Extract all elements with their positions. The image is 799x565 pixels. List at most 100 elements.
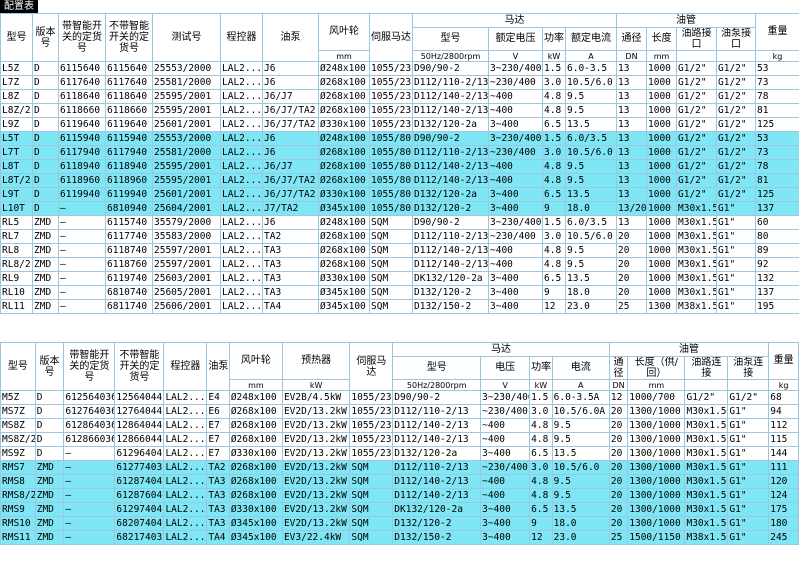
table-row: L9T D 6119940 6119940 25601/2001 LAL2... J6/J7… [0, 187, 799, 202]
table-cell: 1300/1000 [627, 460, 686, 475]
table-cell: M30x1.5 [676, 243, 717, 258]
table-cell: ~230/400 [488, 229, 543, 244]
table-cell: 3~230/400 [488, 61, 543, 76]
table-cell: J6 [262, 145, 319, 160]
table-cell: EV2D/13.2kW [281, 516, 351, 531]
table-cell: 6118740 [105, 243, 153, 258]
col-pipe-pump: 油泵接口 [716, 27, 756, 51]
table-cell: 9.5 [565, 89, 617, 104]
table-cell: ~400 [488, 89, 543, 104]
table-cell: D132/120-2a [412, 117, 489, 132]
table-cell: TA3 [262, 243, 319, 258]
table-cell: 25581/2000 [152, 145, 221, 160]
table-cell: D132/120-2a [412, 187, 489, 202]
table-cell: SQM [369, 285, 413, 300]
table-cell: M38x1.5 [684, 530, 729, 545]
table-cell: D90/90-2 [412, 61, 489, 76]
table-cell: 3~230/400 [488, 215, 543, 230]
table-cell: Ø268x100 [318, 145, 370, 160]
table-cell: 25605/2001 [152, 285, 221, 300]
table-cell: MS7Z [0, 404, 36, 419]
table-cell: G1/2" [676, 159, 717, 174]
table-cell: 81 [755, 103, 799, 118]
table-cell: LAL2... [220, 285, 263, 300]
table-cell: 20 [608, 418, 629, 433]
table-cell: – [63, 474, 116, 489]
col2-ctrl: 程控器 [163, 342, 208, 391]
table-cell: 12 [542, 299, 566, 314]
table-cell: 6119640 [105, 117, 153, 132]
table-row: L7T D 6117940 6117940 25581/2000 LAL2... J6 Ø26… [0, 145, 799, 160]
table-cell: G1/2" [716, 159, 756, 174]
table-cell: 13.5 [565, 187, 617, 202]
table-cell: 20 [608, 446, 629, 461]
table-cell: LAL2... [220, 257, 263, 272]
spec-table-2: 型号 版本号 带智能开关的定货号 不带智能开关的定货号 程控器 油泵 风叶轮 预… [0, 342, 799, 545]
table-cell: 13 [616, 131, 647, 146]
table-cell: 10.5/6.0 [565, 145, 617, 160]
table-cell: 1300 [646, 299, 677, 314]
table-cell: D [32, 61, 59, 76]
table-cell: 6119740 [105, 271, 153, 286]
unit2-volt: V [480, 379, 531, 391]
col2-weight: 重量 [768, 342, 799, 380]
table-cell: TA3 [206, 488, 230, 503]
table-row: L8T D 6118940 6118940 25595/2001 LAL2... J6/J7… [0, 159, 799, 174]
table-row: MS8Z/2 D 612866036 12866044 LAL2... E7 Ø268x10… [0, 432, 799, 447]
table-cell: 80 [755, 229, 799, 244]
table-cell: 4.8 [542, 243, 566, 258]
table-cell: G1" [727, 446, 770, 461]
table-cell: – [63, 530, 116, 545]
table-cell: L7T [0, 145, 33, 160]
table-row: L5Z D 6115640 6115640 25553/2000 LAL2... J6 Ø24… [0, 61, 799, 76]
table-cell: 1000 [646, 215, 677, 230]
col-test: 测试号 [152, 13, 221, 62]
table-cell: D [32, 173, 59, 188]
spec-table-1: 型号 版本号 带智能开关的定货号 不带智能开关的定货号 测试号 程控器 油泵 风… [0, 13, 799, 314]
table-cell: 1500/1150 [627, 530, 686, 545]
table-cell: TA4 [206, 530, 230, 545]
col-pipe-dn: 通径 [616, 27, 647, 51]
table-cell: EV2D/13.2kW [281, 460, 351, 475]
table-cell: M30x1.5 [676, 215, 717, 230]
table-cell: D112/140-2/13 [412, 159, 489, 174]
table-cell: TA3 [206, 502, 230, 517]
table-cell: TA4 [262, 299, 319, 314]
table-cell: 4.8 [529, 488, 553, 503]
table-cell: 9.5 [565, 173, 617, 188]
table-cell: 1055/23 [349, 418, 394, 433]
table-cell: 12 [608, 390, 629, 405]
table-cell: 20 [616, 271, 647, 286]
table-cell: 25553/2000 [152, 131, 221, 146]
table-cell: EV2D/13.2kW [281, 488, 351, 503]
table-cell: 25595/2001 [152, 173, 221, 188]
table-cell: 195 [755, 299, 799, 314]
table-cell: 612764036 [63, 404, 116, 419]
col-pipe: 油管 [616, 13, 756, 28]
table-cell: ZMD [32, 243, 59, 258]
table-cell: RL10 [0, 285, 33, 300]
table-row: MS7Z D 612764036 12764044 LAL2... E6 Ø268x100 E… [0, 404, 799, 419]
table-cell: SQM [349, 516, 394, 531]
table-cell: G1/2" [676, 131, 717, 146]
table-cell: 68217403 [114, 530, 165, 545]
table-cell: L8Z [0, 89, 33, 104]
table-cell: 3.0 [542, 75, 566, 90]
table-cell: ZMD [34, 516, 65, 531]
table-cell: D132/150-2 [392, 530, 482, 545]
table-cell: D112/110-2/13 [412, 145, 489, 160]
table-cell: D112/110-2/13 [412, 229, 489, 244]
table-cell: M30x1.5 [676, 271, 717, 286]
table-cell: ~230/400 [488, 145, 543, 160]
table-cell: J6 [262, 75, 319, 90]
table-cell: EV2D/13.2kW [281, 418, 351, 433]
table-cell: 61277403 [114, 460, 165, 475]
table-cell: D [32, 131, 59, 146]
table-cell: 6117640 [105, 75, 153, 90]
table-cell: 81 [755, 173, 799, 188]
table-cell: 92 [755, 257, 799, 272]
table-cell: D132/120-2 [412, 201, 489, 216]
table-cell: J6/J7/TA2 [262, 117, 319, 132]
unit-volt: V [488, 50, 543, 62]
table-cell: ~400 [488, 257, 543, 272]
